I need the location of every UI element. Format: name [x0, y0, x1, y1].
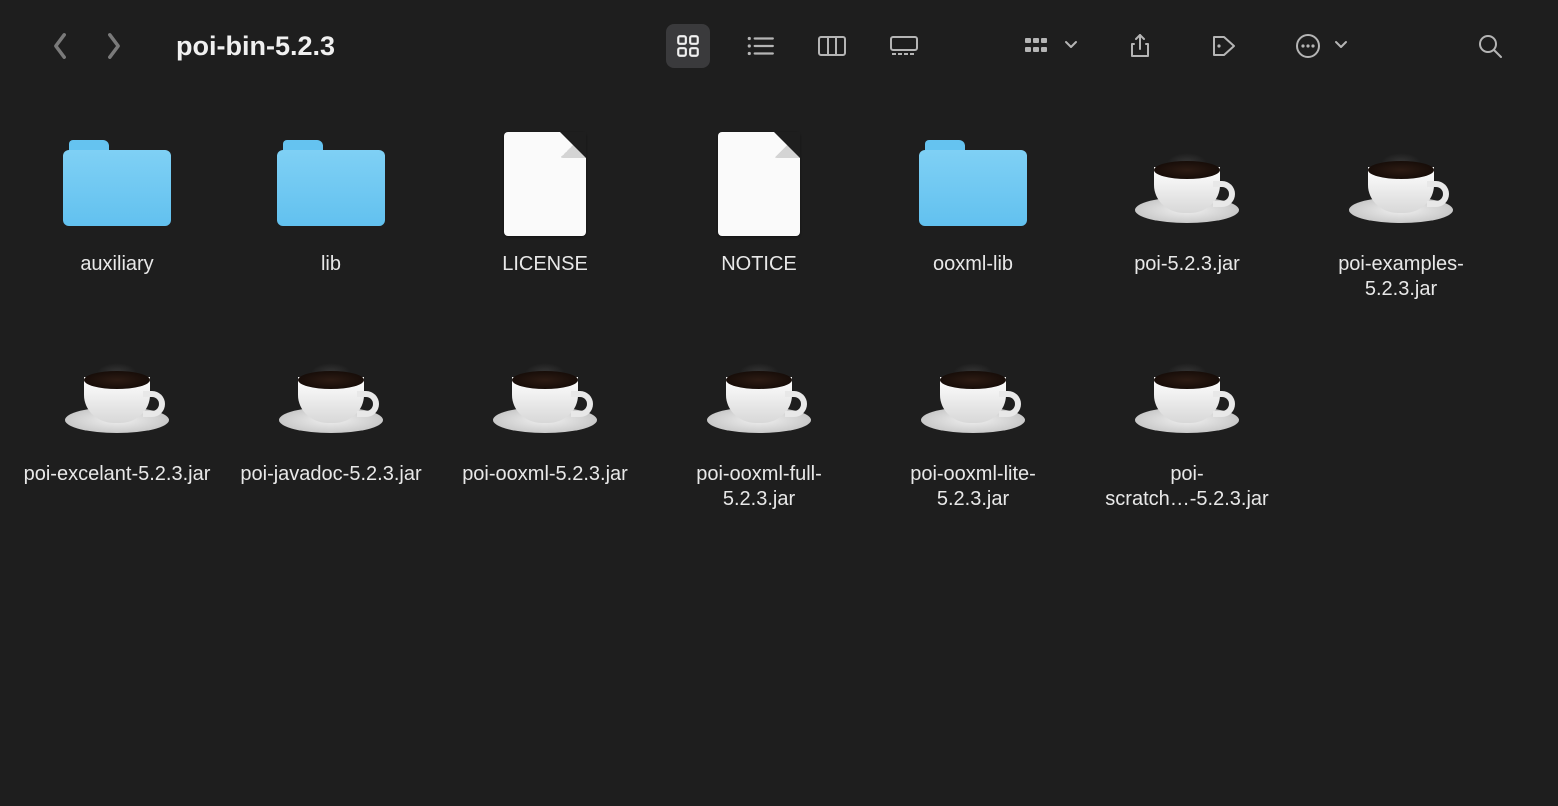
jar-icon	[62, 349, 172, 439]
file-icon-box	[57, 338, 177, 450]
file-item[interactable]: poi-ooxml-5.2.3.jar	[438, 322, 652, 532]
file-icon-box	[1127, 338, 1247, 450]
file-label: poi-ooxml-full-5.2.3.jar	[664, 462, 854, 512]
file-item[interactable]: ooxml-lib	[866, 112, 1080, 322]
jar-icon	[1346, 139, 1456, 229]
file-item[interactable]: poi-ooxml-lite-5.2.3.jar	[866, 322, 1080, 532]
jar-icon	[1132, 349, 1242, 439]
file-item[interactable]: LICENSE	[438, 112, 652, 322]
file-label: auxiliary	[80, 252, 153, 277]
file-label: poi-scratch…-5.2.3.jar	[1092, 462, 1282, 512]
file-icon-box	[699, 128, 819, 240]
view-mode-group	[666, 24, 926, 68]
file-icon-box	[271, 338, 391, 450]
file-label: poi-ooxml-5.2.3.jar	[462, 462, 628, 487]
file-item[interactable]: poi-5.2.3.jar	[1080, 112, 1294, 322]
file-icon-box	[913, 338, 1033, 450]
file-label: poi-javadoc-5.2.3.jar	[240, 462, 421, 487]
file-item[interactable]: poi-excelant-5.2.3.jar	[10, 322, 224, 532]
file-label: poi-examples-5.2.3.jar	[1306, 252, 1496, 302]
file-icon-box	[485, 338, 605, 450]
document-icon	[718, 132, 800, 236]
file-label: poi-excelant-5.2.3.jar	[24, 462, 211, 487]
file-label: lib	[321, 252, 341, 277]
more-actions-button[interactable]	[1286, 24, 1348, 68]
group-by-button[interactable]	[1016, 24, 1078, 68]
file-icon-box	[485, 128, 605, 240]
file-label: NOTICE	[721, 252, 797, 277]
file-icon-box	[57, 128, 177, 240]
tags-button[interactable]	[1202, 24, 1246, 68]
file-icon-box	[699, 338, 819, 450]
file-item[interactable]: lib	[224, 112, 438, 322]
file-item[interactable]: NOTICE	[652, 112, 866, 322]
file-item[interactable]: poi-scratch…-5.2.3.jar	[1080, 322, 1294, 532]
action-group	[1016, 24, 1348, 68]
jar-icon	[276, 349, 386, 439]
jar-icon	[704, 349, 814, 439]
jar-icon	[490, 349, 600, 439]
file-label: poi-ooxml-lite-5.2.3.jar	[878, 462, 1068, 512]
document-icon	[504, 132, 586, 236]
toolbar: poi-bin-5.2.3	[0, 0, 1558, 92]
jar-icon	[918, 349, 1028, 439]
gallery-view-button[interactable]	[882, 24, 926, 68]
list-view-button[interactable]	[738, 24, 782, 68]
folder-icon	[919, 140, 1027, 228]
file-icon-box	[1341, 128, 1461, 240]
file-item[interactable]: auxiliary	[10, 112, 224, 322]
share-button[interactable]	[1118, 24, 1162, 68]
chevron-down-icon	[1064, 37, 1078, 55]
file-icon-box	[1127, 128, 1247, 240]
file-label: ooxml-lib	[933, 252, 1013, 277]
file-item[interactable]: poi-ooxml-full-5.2.3.jar	[652, 322, 866, 532]
file-label: LICENSE	[502, 252, 588, 277]
search-button[interactable]	[1468, 24, 1512, 68]
icon-view-button[interactable]	[666, 24, 710, 68]
file-item[interactable]: poi-examples-5.2.3.jar	[1294, 112, 1508, 322]
file-icon-box	[913, 128, 1033, 240]
jar-icon	[1132, 139, 1242, 229]
file-grid: auxiliary lib LICENSE NOTICE ooxml-lib poi-5.…	[10, 112, 1548, 532]
file-item[interactable]: poi-javadoc-5.2.3.jar	[224, 322, 438, 532]
nav-group	[48, 34, 126, 58]
forward-button[interactable]	[102, 34, 126, 58]
folder-icon	[63, 140, 171, 228]
folder-icon	[277, 140, 385, 228]
file-label: poi-5.2.3.jar	[1134, 252, 1240, 277]
column-view-button[interactable]	[810, 24, 854, 68]
back-button[interactable]	[48, 34, 72, 58]
window-title: poi-bin-5.2.3	[176, 31, 335, 62]
file-icon-box	[271, 128, 391, 240]
chevron-down-icon	[1334, 37, 1348, 55]
file-grid-area: auxiliary lib LICENSE NOTICE ooxml-lib poi-5.…	[0, 92, 1558, 542]
